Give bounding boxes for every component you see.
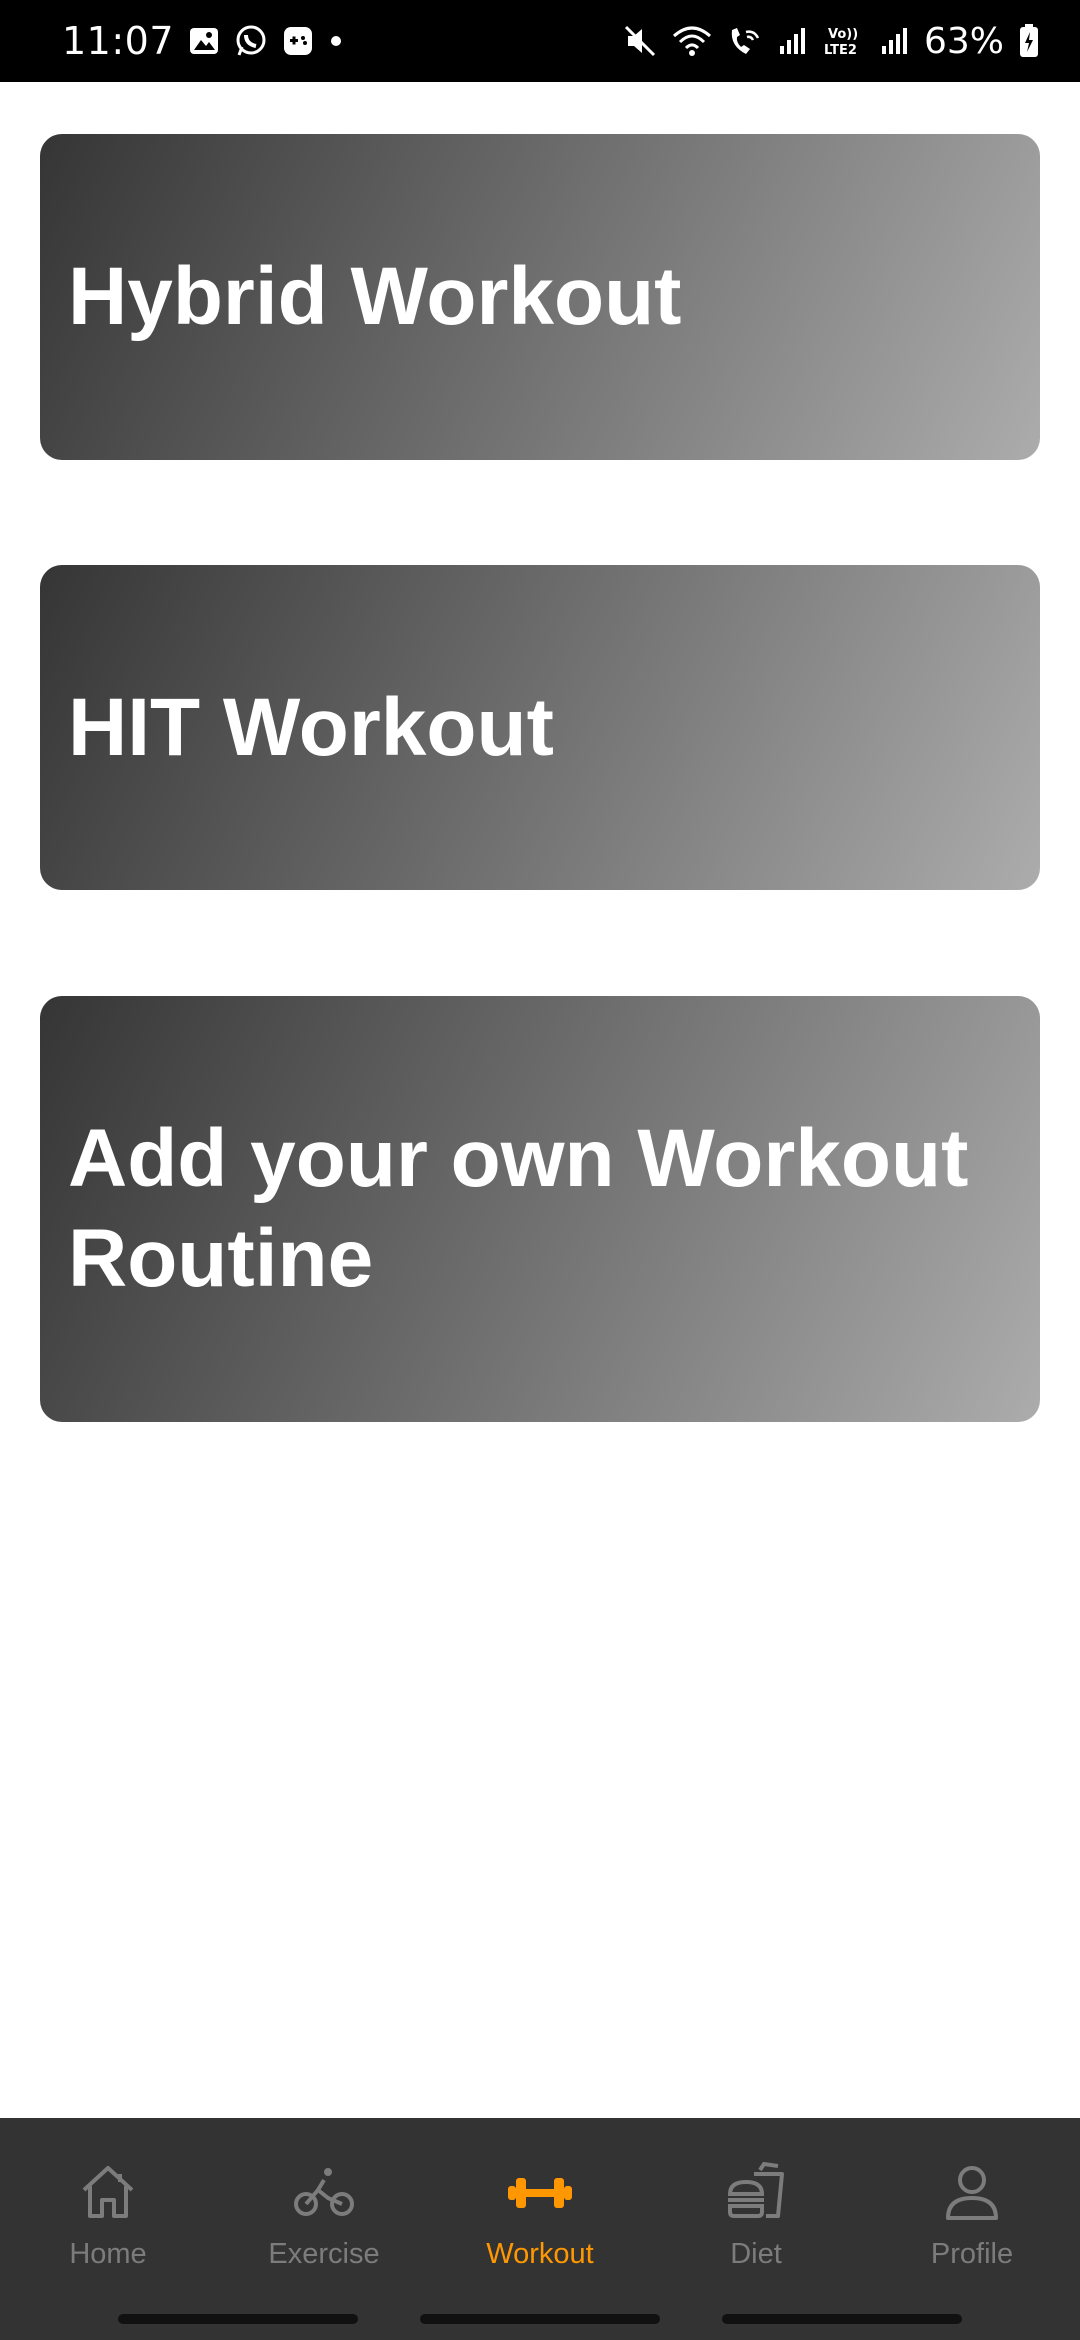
person-icon bbox=[936, 2156, 1008, 2228]
game-icon bbox=[282, 25, 314, 57]
battery-icon bbox=[1018, 23, 1040, 59]
nav-item-home[interactable]: Home bbox=[0, 2118, 216, 2300]
bottom-nav: Home Exercise Workout Diet Profile bbox=[0, 2118, 1080, 2340]
nav-label: Profile bbox=[930, 2237, 1014, 2270]
signal-icon bbox=[778, 26, 808, 56]
nav-item-workout[interactable]: Workout bbox=[432, 2118, 648, 2300]
status-bar: 11:07 Vo)) LTE2 63% bbox=[0, 0, 1080, 82]
hit-workout-card[interactable]: HIT Workout bbox=[40, 565, 1040, 890]
nav-item-diet[interactable]: Diet bbox=[648, 2118, 864, 2300]
svg-text:LTE2: LTE2 bbox=[824, 43, 857, 58]
card-title: Add your own Workout Routine bbox=[68, 1113, 969, 1304]
svg-text:Vo)): Vo)) bbox=[828, 27, 858, 42]
card-title: HIT Workout bbox=[68, 681, 554, 773]
status-left: 11:07 bbox=[62, 19, 344, 63]
gesture-pill bbox=[118, 2314, 358, 2324]
nav-item-profile[interactable]: Profile bbox=[864, 2118, 1080, 2300]
nav-label: Home bbox=[69, 2237, 147, 2270]
gallery-icon bbox=[188, 25, 220, 57]
dot-icon bbox=[328, 33, 344, 49]
nav-item-exercise[interactable]: Exercise bbox=[216, 2118, 432, 2300]
gesture-bar bbox=[0, 2314, 1080, 2324]
home-icon bbox=[72, 2156, 144, 2228]
nav-label: Exercise bbox=[268, 2237, 380, 2270]
card-title: Hybrid Workout bbox=[68, 251, 682, 342]
battery-percent: 63% bbox=[923, 20, 1004, 62]
whatsapp-icon bbox=[234, 24, 268, 58]
dumbbell-icon bbox=[504, 2156, 576, 2228]
wifi-calling-icon bbox=[726, 24, 764, 58]
wifi-icon bbox=[672, 24, 712, 58]
add-workout-routine-card[interactable]: Add your own Workout Routine bbox=[40, 996, 1040, 1422]
gesture-pill bbox=[722, 2314, 962, 2324]
status-right: Vo)) LTE2 63% bbox=[622, 21, 1040, 62]
volte-icon: Vo)) LTE2 bbox=[822, 24, 866, 58]
status-time: 11:07 bbox=[62, 19, 175, 63]
nav-label: Workout bbox=[486, 2237, 594, 2270]
hybrid-workout-card[interactable]: Hybrid Workout bbox=[40, 134, 1040, 460]
gesture-pill bbox=[420, 2314, 660, 2324]
food-icon bbox=[720, 2156, 792, 2228]
bicycle-icon bbox=[288, 2156, 360, 2228]
signal-2-icon bbox=[880, 26, 910, 56]
nav-label: Diet bbox=[730, 2237, 782, 2270]
mute-icon bbox=[622, 23, 658, 59]
